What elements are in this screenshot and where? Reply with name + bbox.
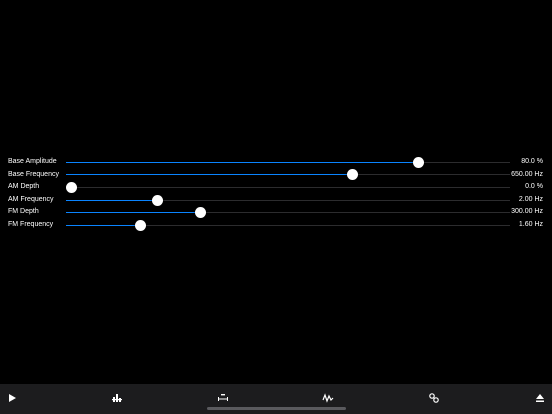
slider-thumb[interactable] <box>195 207 207 219</box>
tempo-button[interactable] <box>215 390 231 406</box>
sliders-icon <box>112 394 122 402</box>
base-frequency-slider[interactable] <box>66 169 510 181</box>
am-depth-slider[interactable] <box>66 181 510 193</box>
parameter-label: FM Frequency <box>8 220 54 228</box>
slider-fill <box>66 199 158 201</box>
fm-frequency-slider[interactable] <box>66 219 510 231</box>
parameter-value: 650.00 Hz <box>511 170 543 178</box>
parameter-label: FM Depth <box>8 208 39 216</box>
connections-button[interactable] <box>426 390 442 406</box>
base-amplitude-slider[interactable] <box>66 156 510 168</box>
home-indicator <box>207 407 346 410</box>
parameter-value: 1.60 Hz <box>518 220 543 228</box>
mixer-button[interactable] <box>109 390 125 406</box>
tempo-icon <box>218 394 228 401</box>
waveform-button[interactable] <box>320 390 336 406</box>
play-icon <box>9 394 16 402</box>
slider-fill <box>66 224 141 226</box>
play-button[interactable] <box>4 390 20 406</box>
parameter-label: AM Depth <box>8 183 40 191</box>
slider-fill <box>66 174 353 176</box>
eject-icon <box>536 394 544 402</box>
parameter-row-fm-depth: FM Depth 300.00 Hz <box>0 206 552 219</box>
waveform-icon <box>322 393 334 403</box>
parameter-row-am-depth: AM Depth 0.0 % <box>0 181 552 194</box>
slider-fill <box>66 212 201 214</box>
parameter-value: 2.00 Hz <box>518 195 543 203</box>
eject-button[interactable] <box>532 390 548 406</box>
parameter-row-fm-frequency: FM Frequency 1.60 Hz <box>0 219 552 232</box>
slider-thumb[interactable] <box>134 219 146 231</box>
slider-fill <box>66 161 419 163</box>
parameter-row-base-amplitude: Base Amplitude 80.0 % <box>0 156 552 169</box>
am-frequency-slider[interactable] <box>66 194 510 206</box>
parameter-label: Base Amplitude <box>8 158 57 165</box>
parameter-value: 300.00 Hz <box>511 208 543 216</box>
slider-thumb[interactable] <box>347 169 359 181</box>
parameter-label: Base Frequency <box>8 170 59 178</box>
slider-thumb[interactable] <box>152 194 164 206</box>
link-icon <box>429 393 439 403</box>
parameter-row-am-frequency: AM Frequency 2.00 Hz <box>0 194 552 207</box>
slider-thumb[interactable] <box>412 156 424 168</box>
parameter-list: Base Amplitude 80.0 % Base Frequency 650… <box>0 156 552 232</box>
parameter-label: AM Frequency <box>8 195 54 203</box>
parameter-value: 80.0 % <box>521 158 543 165</box>
slider-thumb[interactable] <box>66 181 77 193</box>
fm-depth-slider[interactable] <box>66 207 510 219</box>
parameter-value: 0.0 % <box>525 183 543 191</box>
parameter-row-base-frequency: Base Frequency 650.00 Hz <box>0 169 552 182</box>
